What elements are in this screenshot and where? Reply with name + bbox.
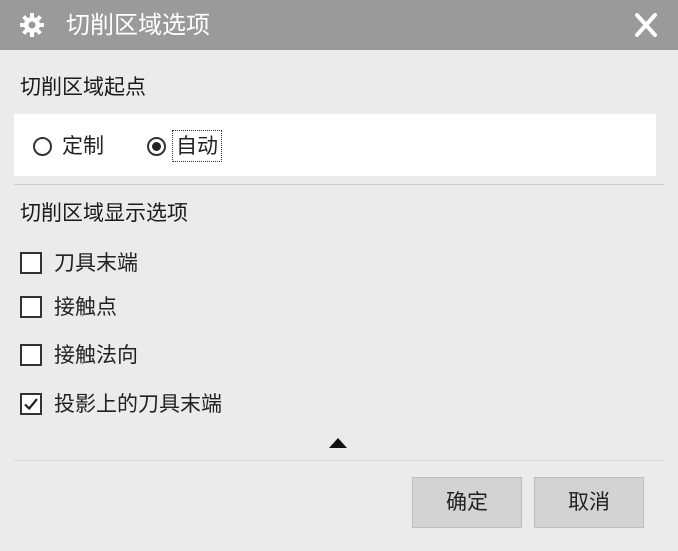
- checkbox-contact-normal-box[interactable]: [20, 344, 42, 366]
- start-point-radio-group: 定制 自动: [14, 114, 656, 176]
- checkbox-contact-point-label: 接触点: [54, 295, 117, 319]
- ok-button[interactable]: 确定: [412, 477, 522, 528]
- triangle-up-icon[interactable]: [328, 437, 348, 449]
- close-icon[interactable]: [628, 10, 664, 40]
- checkmark-icon: [24, 398, 38, 411]
- checkbox-contact-point[interactable]: 接触点: [20, 293, 117, 321]
- dialog-title: 切削区域选项: [66, 11, 210, 39]
- radio-auto-label: 自动: [172, 130, 222, 162]
- checkbox-contact-normal[interactable]: 接触法向: [20, 341, 138, 369]
- checkbox-projected-tool-tip-label: 投影上的刀具末端: [54, 392, 222, 416]
- radio-auto-circle[interactable]: [147, 136, 166, 156]
- checkbox-projected-tool-tip-box[interactable]: [20, 393, 42, 415]
- start-point-section-label: 切削区域起点: [20, 75, 146, 99]
- title-bar: 切削区域选项: [0, 0, 678, 50]
- section-divider: [14, 184, 664, 185]
- footer-divider: [14, 460, 664, 461]
- checkbox-tool-tip[interactable]: 刀具末端: [20, 249, 138, 277]
- checkbox-tool-tip-label: 刀具末端: [54, 251, 138, 275]
- checkbox-contact-normal-label: 接触法向: [54, 343, 138, 367]
- display-options-section-label: 切削区域显示选项: [20, 201, 188, 225]
- radio-custom-circle[interactable]: [33, 136, 52, 156]
- gear-icon: [20, 13, 44, 37]
- checkbox-contact-point-box[interactable]: [20, 296, 42, 318]
- radio-custom-label: 定制: [62, 134, 104, 158]
- cancel-button[interactable]: 取消: [534, 477, 644, 528]
- radio-custom[interactable]: 定制: [33, 132, 104, 160]
- checkbox-projected-tool-tip[interactable]: 投影上的刀具末端: [20, 390, 222, 418]
- checkbox-tool-tip-box[interactable]: [20, 252, 42, 274]
- radio-auto[interactable]: 自动: [147, 130, 222, 162]
- cut-region-options-dialog: 切削区域选项 切削区域起点 定制 自动 切削区域显示选项 刀具末端 接触点 接触…: [0, 0, 678, 551]
